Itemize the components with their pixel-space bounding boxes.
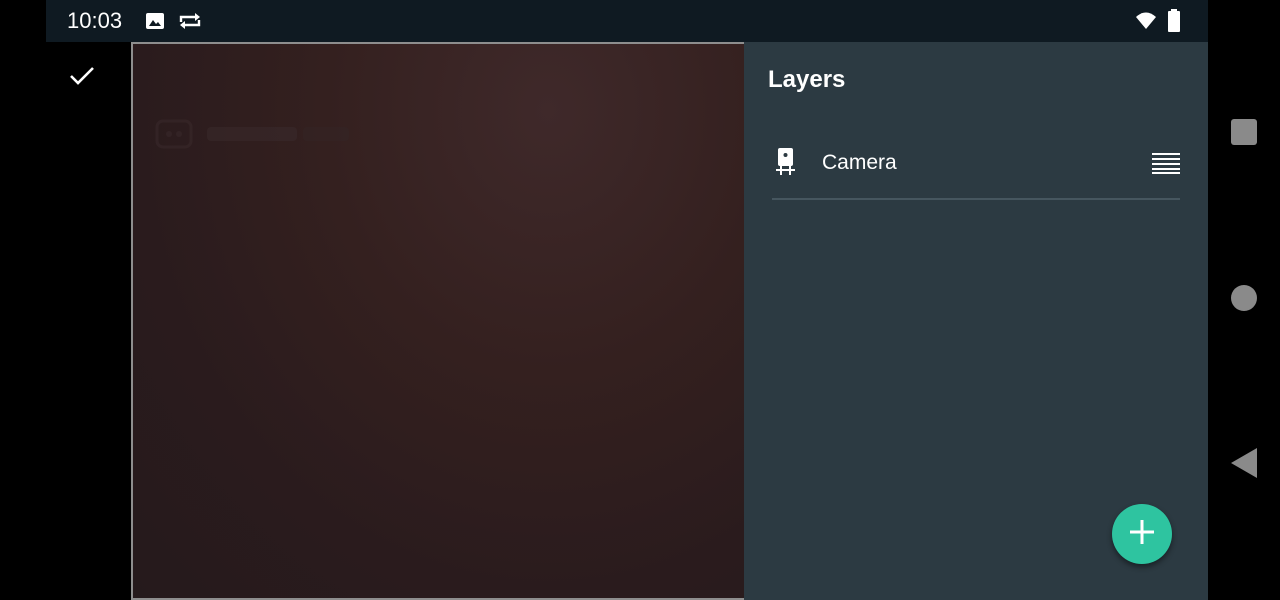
circle-icon [1230,284,1258,317]
sync-icon [177,11,203,31]
wifi-icon [1135,11,1157,31]
camera-preview[interactable] [131,42,744,600]
image-icon [145,11,165,31]
recents-button[interactable] [1226,116,1262,152]
drag-handle-icon[interactable] [1152,152,1180,174]
confirm-button[interactable] [60,56,104,100]
status-time: 10:03 [67,8,123,33]
plus-icon [1129,519,1155,550]
battery-icon [1167,9,1181,33]
home-button[interactable] [1226,282,1262,318]
camera-device-icon [776,148,796,176]
watermark-logo [155,118,355,150]
add-layer-button[interactable] [1112,504,1172,564]
layers-panel: Layers Camera [744,42,1208,600]
navigation-bar [1208,0,1280,600]
app-screen: 10:03 Layers Camera [0,0,1280,600]
left-toolbar [46,42,131,600]
status-bar: 10:03 [46,0,1208,42]
layer-label: Camera [822,151,897,174]
back-button[interactable] [1226,447,1262,483]
square-icon [1230,118,1258,151]
back-triangle-icon [1229,447,1259,484]
check-icon [69,66,95,91]
layers-title: Layers [768,66,846,93]
layer-item-camera[interactable]: Camera [772,138,1180,200]
